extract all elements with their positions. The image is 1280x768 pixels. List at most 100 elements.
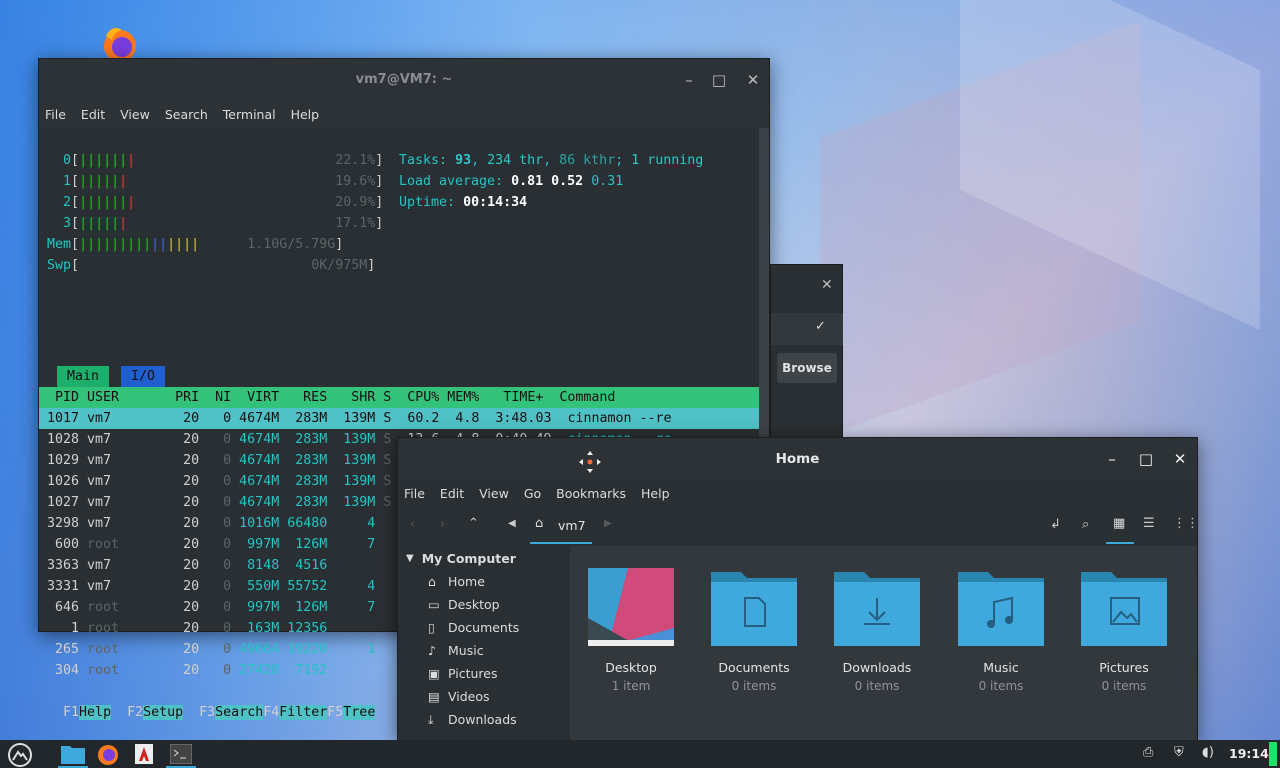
- fm-icon-view[interactable]: Desktop 1 item Documents 0 items Downloa…: [570, 546, 1197, 741]
- clock[interactable]: 19:14: [1229, 746, 1269, 761]
- sidebar-item-home[interactable]: ⌂ Home: [398, 570, 568, 593]
- document-viewer-icon[interactable]: [133, 743, 155, 765]
- taskbar-files[interactable]: [58, 740, 88, 768]
- chevron-down-icon: ▼: [406, 552, 414, 564]
- file-item-count: 0 items: [854, 679, 900, 693]
- background-dialog[interactable]: ✕ ✓ Browse: [770, 264, 843, 464]
- fm-menubar: File Edit View Go Bookmarks Help: [398, 480, 1197, 506]
- menu-search[interactable]: Search: [165, 107, 208, 122]
- sidebar-header[interactable]: ▼ My Computer: [398, 546, 568, 570]
- sidebar-item-label: Downloads: [448, 712, 517, 727]
- compact-view-icon[interactable]: ⋮⋮: [1173, 516, 1199, 531]
- home-icon: ⌂: [535, 516, 544, 531]
- picture-icon: ▣: [428, 666, 440, 681]
- fkey[interactable]: F5Tree: [327, 705, 376, 720]
- file-item-desktop[interactable]: Desktop 1 item: [576, 568, 686, 693]
- list-view-icon[interactable]: ☰: [1143, 516, 1155, 531]
- sidebar-item-music[interactable]: ♪ Music: [398, 639, 568, 662]
- volume-icon[interactable]: ◖): [1202, 745, 1214, 760]
- taskbar: ⎙ ⛨ ◖) 19:14: [0, 740, 1280, 768]
- fkey[interactable]: F4Filter: [263, 705, 328, 720]
- menu-help[interactable]: Help: [641, 486, 670, 501]
- search-icon[interactable]: ⌕: [1082, 517, 1089, 532]
- fm-titlebar[interactable]: Home – □ ✕: [398, 438, 1197, 480]
- next-path-icon[interactable]: ▶: [604, 518, 612, 529]
- menu-terminal[interactable]: Terminal: [223, 107, 276, 122]
- sidebar-item-downloads[interactable]: ⤓ Downloads: [398, 708, 568, 731]
- close-icon[interactable]: ✕: [821, 277, 833, 293]
- sidebar-item-label: Home: [448, 574, 485, 589]
- function-key-bar: F1Help F2Setup F3SearchF4FilterF5Tree: [39, 681, 376, 720]
- menu-help[interactable]: Help: [291, 107, 320, 122]
- music-icon: ♪: [428, 643, 436, 658]
- fm-toolbar: ‹ › ⌃ ◀ ⌂ vm7 ▶ ↲ ⌕ ▦ ☰ ⋮⋮: [398, 508, 1199, 546]
- sidebar-item-label: Documents: [448, 620, 520, 635]
- file-item-pictures[interactable]: Pictures 0 items: [1069, 568, 1179, 693]
- video-icon: ▤: [428, 689, 440, 704]
- shield-icon[interactable]: ⛨: [1174, 745, 1184, 760]
- folder-icon: [61, 746, 85, 764]
- tab-io[interactable]: I/O: [121, 366, 165, 387]
- documents-folder-icon: [711, 572, 797, 646]
- icon-view-button[interactable]: ▦: [1106, 508, 1134, 544]
- document-icon: ▯: [428, 620, 435, 635]
- menu-launcher-icon[interactable]: [7, 742, 33, 768]
- minimize-icon[interactable]: –: [679, 70, 699, 90]
- downloads-folder-icon: [834, 572, 920, 646]
- menu-edit[interactable]: Edit: [440, 486, 464, 501]
- sidebar-item-documents[interactable]: ▯ Documents: [398, 616, 568, 639]
- menu-view[interactable]: View: [479, 486, 509, 501]
- menu-edit[interactable]: Edit: [81, 107, 105, 122]
- maximize-icon[interactable]: □: [1136, 449, 1156, 469]
- process-row[interactable]: 1017 vm7 20 0 4674M 283M 139M S 60.2 4.8…: [39, 408, 759, 429]
- file-item-count: 0 items: [978, 679, 1024, 693]
- taskbar-terminal[interactable]: [166, 740, 196, 768]
- fm-sidebar: ▼ My Computer ⌂ Home ▭ Desktop ▯ Documents ♪…: [398, 546, 568, 741]
- maximize-icon[interactable]: □: [709, 70, 729, 90]
- process-header[interactable]: PID USER PRI NI VIRT RES SHR S CPU% MEM%…: [39, 387, 759, 408]
- terminal-titlebar[interactable]: vm7@VM7: ~ – □ ✕: [39, 59, 769, 101]
- browse-button[interactable]: Browse: [777, 353, 837, 383]
- file-item-downloads[interactable]: Downloads 0 items: [822, 568, 932, 693]
- menu-file[interactable]: File: [45, 107, 66, 122]
- file-item-name: Pictures: [1099, 660, 1149, 675]
- up-icon[interactable]: ⌃: [468, 516, 479, 531]
- fkey[interactable]: F2Setup: [127, 705, 199, 720]
- path-button-home[interactable]: ⌂ vm7: [530, 508, 592, 544]
- pictures-folder-icon: [1081, 572, 1167, 646]
- cpu-meter: 3[|||||| 17.1%]: [63, 216, 384, 231]
- menu-view[interactable]: View: [120, 107, 150, 122]
- menu-go[interactable]: Go: [524, 486, 541, 501]
- path-label: vm7: [558, 518, 586, 533]
- menu-bookmarks[interactable]: Bookmarks: [556, 486, 626, 501]
- prev-path-icon[interactable]: ◀: [508, 518, 516, 529]
- sidebar-item-pictures[interactable]: ▣ Pictures: [398, 662, 568, 685]
- fkey[interactable]: F3Search: [199, 705, 264, 720]
- file-item-count: 0 items: [1101, 679, 1147, 693]
- printer-icon[interactable]: ⎙: [1143, 745, 1153, 760]
- minimize-icon[interactable]: –: [1102, 449, 1122, 469]
- location-toggle-icon[interactable]: ↲: [1050, 517, 1061, 532]
- fkey[interactable]: F1Help: [63, 705, 127, 720]
- sidebar-item-videos[interactable]: ▤ Videos: [398, 685, 568, 708]
- file-item-documents[interactable]: Documents 0 items: [699, 568, 809, 693]
- workspace-indicator[interactable]: [1269, 742, 1277, 766]
- uptime-line: Uptime: 00:14:34: [399, 195, 528, 210]
- file-item-music[interactable]: Music 0 items: [946, 568, 1056, 693]
- back-icon[interactable]: ‹: [410, 517, 415, 532]
- close-icon[interactable]: ✕: [1170, 449, 1190, 469]
- download-icon: ⤓: [428, 711, 434, 727]
- forward-icon[interactable]: ›: [440, 517, 445, 532]
- grid-icon: ▦: [1113, 516, 1126, 531]
- menu-file[interactable]: File: [404, 486, 425, 501]
- file-item-name: Downloads: [842, 660, 912, 675]
- tasks-line: Tasks: 93, 234 thr, 86 kthr; 1 running: [399, 153, 704, 168]
- sidebar-item-desktop[interactable]: ▭ Desktop: [398, 593, 568, 616]
- file-manager-window[interactable]: Home – □ ✕ File Edit View Go Bookmarks H…: [397, 437, 1199, 741]
- terminal-menubar: File Edit View Search Terminal Help: [39, 101, 769, 127]
- swap-meter: Swp[ 0K/975M]: [47, 258, 376, 273]
- firefox-icon[interactable]: [96, 743, 120, 765]
- close-icon[interactable]: ✕: [743, 70, 763, 90]
- file-item-count: 0 items: [731, 679, 777, 693]
- tab-main[interactable]: Main: [57, 366, 109, 387]
